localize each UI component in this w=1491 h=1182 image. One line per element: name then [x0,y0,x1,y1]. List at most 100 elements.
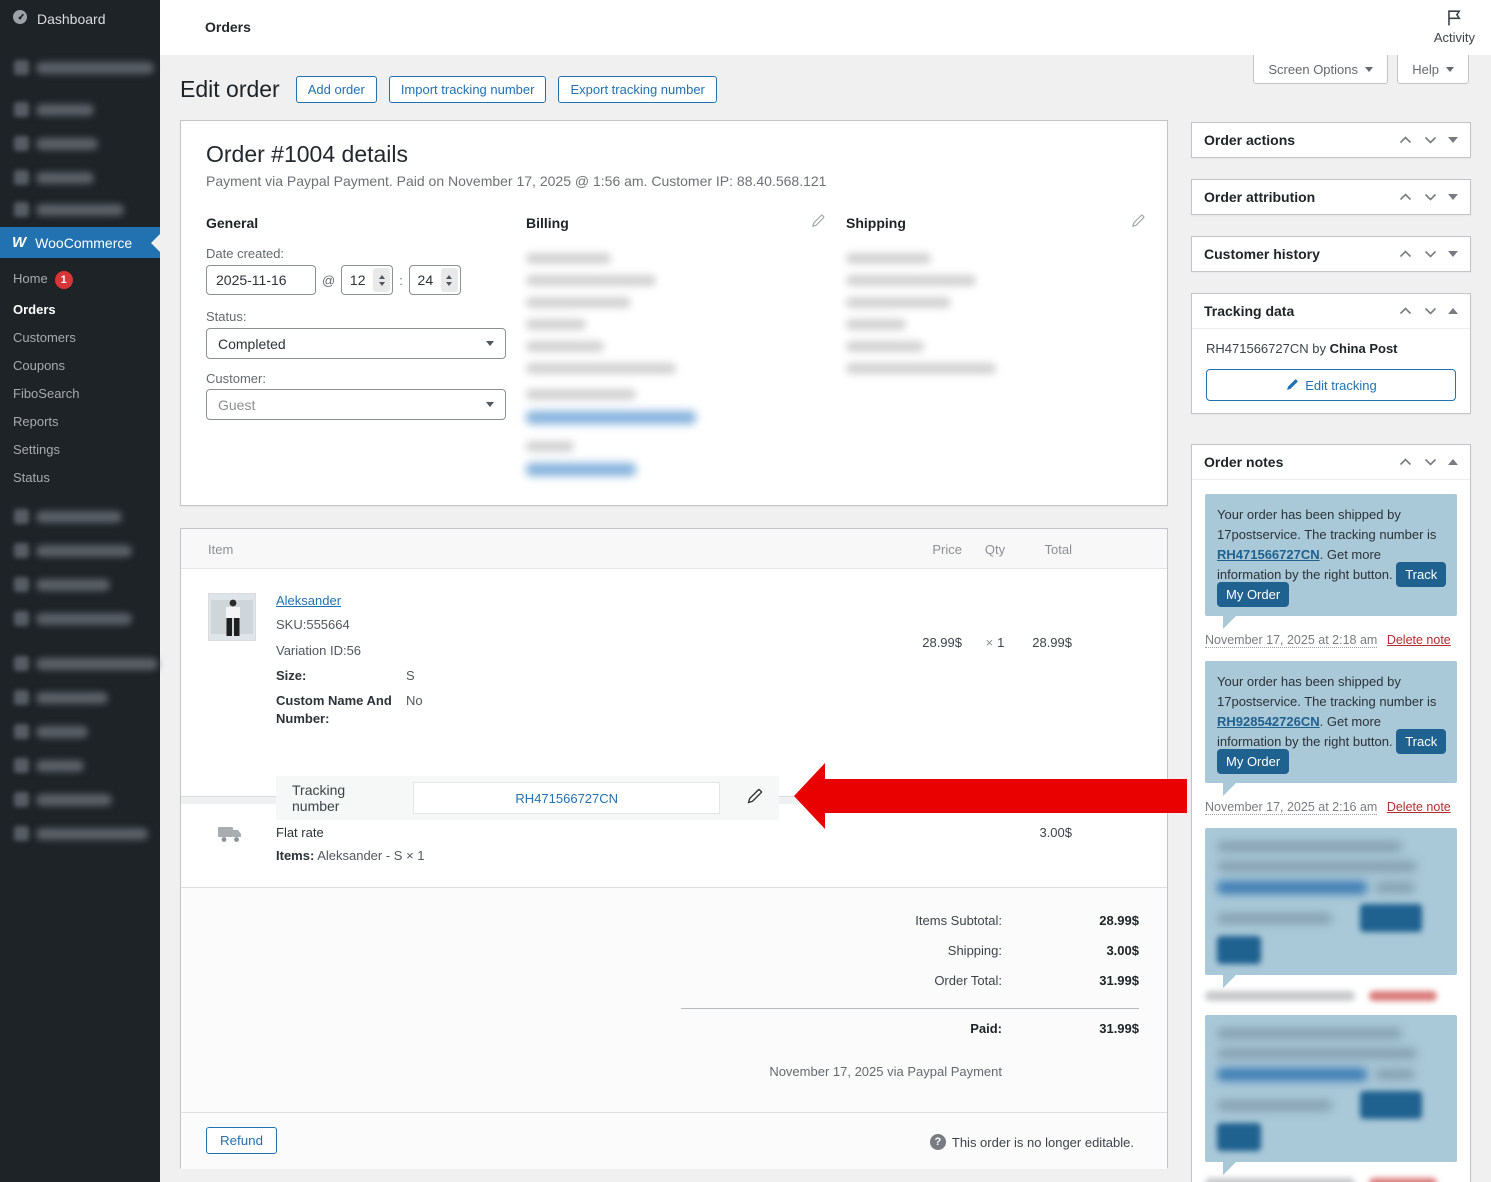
minute-spinner[interactable] [440,268,458,292]
woocommerce-icon: W [12,234,27,251]
note-bubble-tail [1223,1162,1236,1175]
product-name-link[interactable]: Aleksander [276,593,341,608]
note-meta-blurred [1205,991,1457,1001]
flag-icon [1445,8,1464,30]
help-circle-icon: ? [929,1134,946,1150]
import-tracking-button[interactable]: Import tracking number [388,76,547,103]
note-bubble [1205,1015,1457,1175]
move-up-icon[interactable] [1398,248,1413,260]
order-notes-panel: Order notes Your order has been shipped … [1191,444,1471,1182]
tracking-number-link[interactable]: RH928542726CN [1217,714,1320,729]
items-table-header: Item Price Qty Total [181,529,1167,569]
sidebar-item-reports[interactable]: Reports [0,408,160,436]
chevron-down-icon [486,341,494,346]
item-price: 28.99$ [922,635,962,650]
colon-separator: : [399,272,403,288]
move-up-icon[interactable] [1398,456,1413,468]
help-tab[interactable]: Help [1397,55,1469,84]
order-actions-title: Order actions [1204,132,1296,148]
sidebar-item-settings[interactable]: Settings [0,436,160,464]
move-down-icon[interactable] [1423,248,1438,260]
order-subtitle: Payment via Paypal Payment. Paid on Nove… [206,173,827,189]
move-down-icon[interactable] [1423,134,1438,146]
note-bubble-tail [1223,616,1236,629]
date-created-input[interactable] [206,265,316,295]
hour-stepper[interactable]: 12 [341,265,394,295]
item-column-header: Item [208,542,234,557]
chevron-down-icon [1446,66,1454,72]
move-up-icon[interactable] [1398,305,1413,317]
hour-spinner[interactable] [373,268,391,292]
product-variation-id: Variation ID:56 [276,643,362,658]
order-note-blurred [1205,1015,1457,1182]
shipping-total: 3.00$ [1039,825,1072,840]
move-down-icon[interactable] [1423,191,1438,203]
export-tracking-button[interactable]: Export tracking number [558,76,717,103]
product-thumbnail [208,593,256,641]
at-separator: @ [322,272,336,288]
collapse-toggle-icon[interactable] [1448,459,1458,465]
current-menu-arrow [151,233,160,252]
sidebar-item-orders[interactable]: Orders [0,296,160,324]
customer-history-panel: Customer history [1191,236,1471,272]
shipping-total-row: Shipping: 3.00$ [947,943,1139,958]
order-note: Your order has been shipped by 17postser… [1205,494,1457,648]
tracking-data-line: RH471566727CN by China Post [1206,341,1398,356]
sidebar-item-dashboard[interactable]: Dashboard [0,0,160,37]
paid-date: November 17, 2025 via Paypal Payment [769,1064,1002,1079]
move-up-icon[interactable] [1398,191,1413,203]
product-custom-row: Custom Name And Number: No [276,693,423,726]
order-items-panel: Item Price Qty Total Aleksander SKU:5556… [180,528,1187,1169]
edit-billing-pencil-icon[interactable] [811,213,826,231]
move-up-icon[interactable] [1398,134,1413,146]
page-title: Edit order [180,76,280,102]
item-total: 28.99$ [1032,635,1072,650]
product-sku: SKU:555664 [276,617,350,632]
note-bubble-tail [1223,783,1236,796]
sidebar-item-status[interactable]: Status [0,464,160,492]
shipping-items: Items: Aleksander - S × 1 [276,848,425,863]
sidebar-item-label: WooCommerce [35,234,133,251]
customer-label: Customer: [206,371,266,386]
dashboard-icon [12,9,28,28]
collapse-toggle-icon[interactable] [1448,137,1458,143]
edit-tracking-button[interactable]: Edit tracking [1206,369,1456,401]
order-details-panel: Order #1004 details Payment via Paypal P… [180,120,1168,506]
order-note-blurred [1205,828,1457,1001]
pencil-icon [1287,379,1298,390]
tracking-data-title: Tracking data [1204,303,1295,319]
refund-button[interactable]: Refund [206,1127,277,1154]
note-meta-blurred [1205,1178,1457,1182]
move-down-icon[interactable] [1423,456,1438,468]
not-editable-notice: ? This order is no longer editable. [929,1134,1134,1150]
customer-select[interactable]: Guest [206,389,506,420]
sidebar-item-home[interactable]: Home 1 [0,264,160,296]
paid-row: Paid: 31.99$ [970,1021,1139,1036]
move-down-icon[interactable] [1423,305,1438,317]
collapse-toggle-icon[interactable] [1448,194,1458,200]
sidebar-item-coupons[interactable]: Coupons [0,352,160,380]
add-order-button[interactable]: Add order [295,76,377,103]
sidebar-item-fibosearch[interactable]: FiboSearch [0,380,160,408]
note-date-link[interactable]: November 17, 2025 at 2:16 am [1205,800,1378,815]
home-count-badge: 1 [54,271,73,289]
minute-stepper[interactable]: 24 [408,265,461,295]
status-select[interactable]: Completed [206,328,506,359]
sidebar-item-customers[interactable]: Customers [0,324,160,352]
price-column-header: Price [932,542,962,557]
tracking-number-link[interactable]: RH471566727CN [1217,547,1320,562]
billing-heading: Billing [526,215,569,231]
delete-note-link[interactable]: Delete note [1387,800,1451,814]
activity-button[interactable]: Activity [1434,8,1475,45]
delete-note-link[interactable]: Delete note [1387,633,1451,647]
note-date-link[interactable]: November 17, 2025 at 2:18 am [1205,633,1378,648]
collapse-toggle-icon[interactable] [1448,308,1458,314]
order-title: Order #1004 details [206,141,409,167]
truck-icon [217,824,243,847]
screen-options-tab[interactable]: Screen Options [1253,55,1388,84]
collapse-toggle-icon[interactable] [1448,251,1458,257]
status-label: Status: [206,309,247,324]
note-bubble: Your order has been shipped by 17postser… [1205,494,1457,629]
edit-shipping-pencil-icon[interactable] [1131,213,1146,231]
sidebar-item-woocommerce[interactable]: W WooCommerce [0,227,160,258]
